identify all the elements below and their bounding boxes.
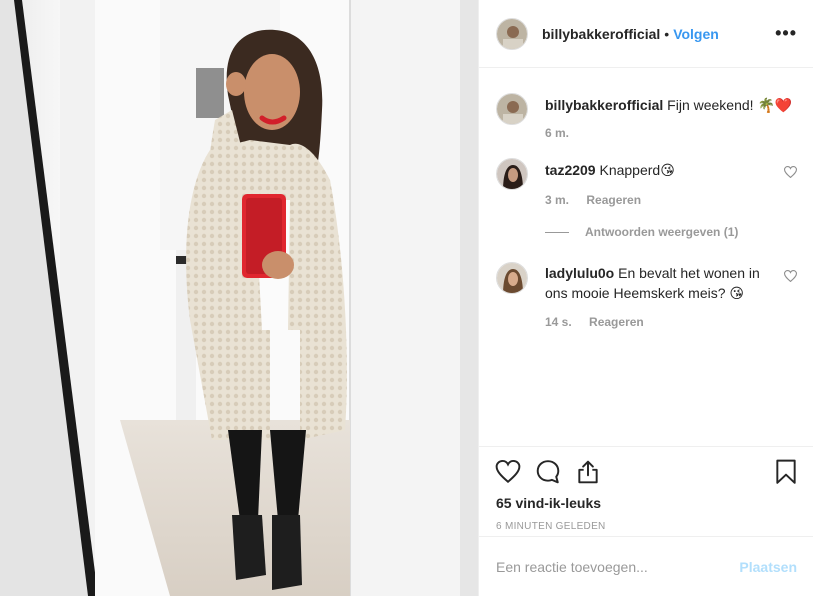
save-bookmark-icon[interactable] <box>773 459 799 485</box>
like-heart-icon[interactable] <box>495 459 521 485</box>
view-replies-label: Antwoorden weergeven (1) <box>585 225 739 239</box>
like-comment-heart-icon[interactable] <box>784 166 797 178</box>
post-side-panel: billybakkerofficial • Volgen ••• billyba… <box>478 0 813 596</box>
comment-username[interactable]: taz2209 <box>545 162 596 178</box>
comment-text: Knapperd😘 <box>599 162 675 178</box>
comment-username[interactable]: ladylulu0o <box>545 265 614 281</box>
comment-bubble-icon[interactable] <box>535 459 561 485</box>
avatar[interactable] <box>496 158 528 190</box>
avatar[interactable] <box>496 93 528 125</box>
comment-username[interactable]: billybakkerofficial <box>545 97 663 113</box>
comment-input[interactable] <box>496 558 740 575</box>
reply-button[interactable]: Reageren <box>586 193 641 207</box>
author-username[interactable]: billybakkerofficial <box>542 26 660 42</box>
comment-text: Fijn weekend! 🌴❤️ <box>667 97 793 113</box>
post-actions: 65 vind-ik-leuks 6 MINUTEN GELEDEN <box>479 446 813 536</box>
caption-comment: billybakkerofficial Fijn weekend! 🌴❤️ 6 … <box>496 93 797 143</box>
like-comment-heart-icon[interactable] <box>784 270 797 282</box>
comment-item: taz2209 Knapperd😘 3 m. Reageren <box>496 158 797 208</box>
reply-button[interactable]: Reageren <box>589 315 644 329</box>
avatar[interactable] <box>496 262 528 294</box>
comment-time[interactable]: 3 m. <box>545 193 569 207</box>
follow-button[interactable]: Volgen <box>673 26 719 42</box>
likes-count[interactable]: 65 vind-ik-leuks <box>496 495 601 511</box>
author-avatar[interactable] <box>496 17 528 50</box>
post-header: billybakkerofficial • Volgen ••• <box>479 0 813 68</box>
comment-time[interactable]: 6 m. <box>545 126 569 140</box>
post-photo[interactable] <box>0 0 478 596</box>
post-timestamp[interactable]: 6 MINUTEN GELEDEN <box>496 521 606 532</box>
comment-time[interactable]: 14 s. <box>545 315 572 329</box>
mirror-selfie-image <box>0 0 478 596</box>
comment-item: ladylulu0o En bevalt het wonen in ons mo… <box>496 262 797 332</box>
more-options-icon[interactable]: ••• <box>775 23 797 44</box>
replies-divider-line <box>545 231 569 233</box>
header-separator: • <box>664 25 670 42</box>
post-comment-button[interactable]: Plaatsen <box>739 559 797 575</box>
share-icon[interactable] <box>575 459 601 485</box>
view-replies-button[interactable]: Antwoorden weergeven (1) <box>545 225 738 239</box>
add-comment-bar: Plaatsen <box>479 536 813 596</box>
